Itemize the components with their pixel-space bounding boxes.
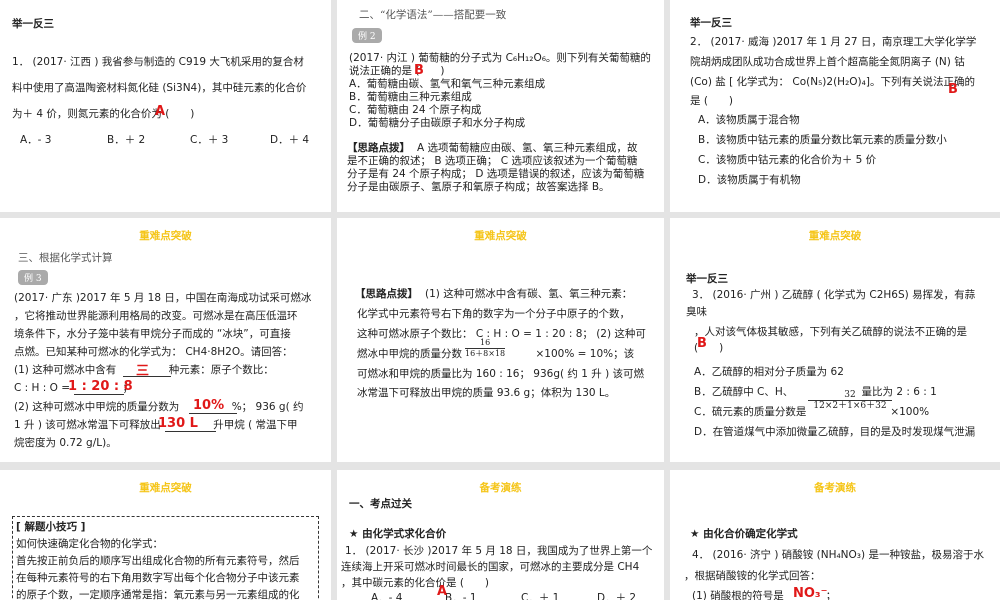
- option-d: D．该物质属于有机物: [698, 174, 801, 186]
- slide-header: 重难点突破: [139, 230, 192, 242]
- hint-line: 分子是有 24 个原子构成； D 选项是错误的叙述，应该为葡萄糖: [347, 168, 645, 180]
- question-line: 1 升 ) 该可燃冰常温下可释放出 升甲烷 ( 常温下甲: [14, 419, 298, 431]
- question-line: 1． (2017· 江西 ) 我省参与制造的 C919 大飞机采用的复合材: [12, 56, 304, 68]
- tip-line: 如何快速确定化合物的化学式：: [16, 538, 163, 550]
- question-line: (Co) 盐 [ 化学式为： Co(N₅)2(H₂O)₄]。下列有关说法正确的: [690, 76, 975, 88]
- option-d: D．在管道煤气中添加微量乙硫醇，目的是及时发现煤气泄漏: [694, 426, 976, 438]
- slide-thumbnail-5[interactable]: 重难点突破 【思路点拨】 (1) 这种可燃冰中含有碳、氢、氧三种元素： 化学式中…: [337, 218, 664, 462]
- subsection-heading: ★ 由化合价确定化学式: [690, 528, 798, 540]
- answer-mark: 1 : 20 : 8: [68, 379, 133, 394]
- slide-thumbnail-8[interactable]: 备考演练 一、考点过关 ★ 由化学式求化合价 1． (2017· 长沙 )201…: [337, 470, 664, 600]
- question-line: 3． (2016· 广州 ) 乙硫醇 ( 化学式为 C2H6S) 易挥发，有蒜: [692, 289, 976, 301]
- option-b: B．＋ 2: [107, 134, 146, 146]
- question-line: 是 ( ): [690, 95, 734, 107]
- question-line: ，它将推动世界能源利用格局的改变。可燃冰是在高压低温环: [14, 310, 298, 322]
- slide-thumbnail-6[interactable]: 重难点突破 举一反三 3． (2016· 广州 ) 乙硫醇 ( 化学式为 C2H…: [670, 218, 1000, 462]
- slide-header: 重难点突破: [474, 230, 527, 242]
- question-line: 点燃。已知某种可燃冰的化学式为： CH4·8H2O。请回答：: [14, 346, 293, 358]
- question-line: 境条件下，水分子笼中装有甲烷分子而成的 “冰块”，可直接: [14, 328, 291, 340]
- question-line: 臭味: [686, 306, 707, 318]
- hint-line: 是不正确的叙述； B 选项正确； C 选项应该叙述为一个葡萄糖: [347, 155, 638, 167]
- question-line: ，根据硝酸铵的化学式回答：: [684, 570, 821, 582]
- question-line: 说法正确的是 ( ): [349, 65, 445, 77]
- section-heading: 三、根据化学式计算: [18, 252, 113, 264]
- question-line: 连续海上开采可燃冰时间最长的国家，可燃冰的主要成分是 CH4: [341, 561, 640, 573]
- option-c: C．＋ 1: [521, 592, 560, 600]
- question-line: 1． (2017· 长沙 )2017 年 5 月 18 日，我国成为了世界上第一…: [345, 545, 653, 557]
- slide-title: 举一反三: [686, 273, 728, 285]
- fraction-numerator: 32: [808, 390, 892, 401]
- option-d: D．＋ 4: [270, 134, 310, 146]
- section-heading: 一、考点过关: [349, 498, 412, 510]
- question-line: ，其中碳元素的化合价是 ( ): [341, 577, 490, 589]
- option-c: C．＋ 3: [190, 134, 229, 146]
- hint-line: 化学式中元素符号右下角的数字为一个分子中原子的个数，: [357, 308, 630, 320]
- tip-line: 的原子个数，一定顺序通常是指：氧元素与另一元素组成的化: [16, 589, 300, 600]
- slide-thumbnail-3[interactable]: 举一反三 2． (2017· 威海 )2017 年 1 月 27 日，南京理工大…: [670, 0, 1000, 212]
- question-line: (2017· 广东 )2017 年 5 月 18 日，中国在南海成功试采可燃冰: [14, 292, 312, 304]
- mass-fraction-formula: 16 16＋8×18: [465, 338, 506, 359]
- answer-mark: A: [437, 584, 448, 599]
- fraction-numerator: 16: [465, 338, 506, 349]
- hint-line: 冰常温下可释放出甲烷的质量 93.6 g；体积为 130 L。: [357, 387, 616, 399]
- option-b: B．该物质中钴元素的质量分数比氧元素的质量分数小: [698, 134, 947, 146]
- question-line: 院胡炳成团队成功合成世界上首个超高能全氮阴离子 (N) 钴: [690, 56, 965, 68]
- question-line: 料中使用了高温陶瓷材料氮化硅 (Si3N4)，其中硅元素的化合价: [12, 82, 307, 94]
- answer-mark: 10%: [193, 398, 225, 413]
- hint-line: 分子是由碳原子、氢原子和氧原子构成；故答案选择 B。: [347, 181, 610, 193]
- slide-header: 重难点突破: [139, 482, 192, 494]
- hint-line: A 选项葡萄糖应由碳、氢、氧三种元素组成，故: [417, 142, 638, 154]
- example-tag: 例 3: [18, 270, 48, 285]
- option-a: A．葡萄糖由碳、氢气和氧气三种元素组成: [349, 78, 546, 90]
- slide-thumbnail-2[interactable]: 二、“化学语法”——搭配要一致 例 2 (2017· 内江 ) 葡萄糖的分子式为…: [337, 0, 664, 212]
- question-line: 烷密度为 0.72 g/L)。: [14, 437, 117, 449]
- slide-header: 备考演练: [479, 482, 522, 494]
- tip-line: 在每种元素符号的右下角用数字写出每个化合物分子中该元素: [16, 572, 300, 584]
- option-b: B．葡萄糖由三种元素组成: [349, 91, 472, 103]
- option-a: A．- 4: [371, 592, 403, 600]
- answer-mark: B: [697, 336, 707, 351]
- slide-title: 举一反三: [12, 18, 54, 30]
- answer-mark: NO₃⁻: [793, 586, 828, 600]
- fraction-denominator: 16＋8×18: [465, 349, 506, 358]
- option-b: B．- 1: [445, 592, 477, 600]
- question-line: 2． (2017· 威海 )2017 年 1 月 27 日，南京理工大学化学学: [690, 36, 977, 48]
- option-d: D．葡萄糖分子由碳原子和水分子构成: [349, 117, 526, 129]
- mass-fraction-formula: 32 12×2＋1×6＋32: [808, 390, 892, 411]
- option-a: A．该物质属于混合物: [698, 114, 800, 126]
- hint-line: 可燃冰和甲烷的质量比为 160 : 16； 936g( 约 1 升 ) 该可燃: [357, 368, 645, 380]
- slide-thumbnail-7[interactable]: 重难点突破 [ 解题小技巧 ] 如何快速确定化合物的化学式： 首先按正前负后的顺…: [0, 470, 331, 600]
- answer-mark: 130 L: [158, 416, 198, 431]
- option-a: A．乙硫醇的相对分子质量为 62: [694, 366, 844, 378]
- example-tag: 例 2: [352, 28, 382, 43]
- option-a: A．- 3: [20, 134, 52, 146]
- hint-label: 【思路点拨】: [355, 288, 418, 300]
- subsection-heading: ★ 由化学式求化合价: [349, 528, 447, 540]
- question-line: (2017· 内江 ) 葡萄糖的分子式为 C₆H₁₂O₆。则下列有关葡萄糖的: [349, 52, 651, 64]
- question-line: 4． (2016· 济宁 ) 硝酸铵 (NH₄NO₃) 是一种铵盐，极易溶于水: [692, 549, 984, 561]
- option-d: D．＋ 2: [597, 592, 637, 600]
- option-c: C．该物质中钴元素的化合价为＋ 5 价: [698, 154, 877, 166]
- section-heading: 二、“化学语法”——搭配要一致: [359, 9, 507, 21]
- slide-header: 重难点突破: [808, 230, 862, 242]
- question-line: (2) 这种可燃冰中甲烷的质量分数为 %； 936 g( 约: [14, 401, 304, 413]
- question-line: 为＋ 4 价，则氮元素的化合价为 ( ): [12, 108, 195, 120]
- slide-thumbnail-4[interactable]: 重难点突破 三、根据化学式计算 例 3 (2017· 广东 )2017 年 5 …: [0, 218, 331, 462]
- slide-header: 备考演练: [814, 482, 856, 494]
- slide-thumbnail-9[interactable]: 备考演练 ★ 由化合价确定化学式 4． (2016· 济宁 ) 硝酸铵 (NH₄…: [670, 470, 1000, 600]
- answer-mark: A: [155, 104, 166, 119]
- slide-title: 举一反三: [690, 17, 732, 29]
- answer-mark: B: [948, 82, 958, 97]
- slide-thumbnail-1[interactable]: 举一反三 1． (2017· 江西 ) 我省参与制造的 C919 大飞机采用的复…: [0, 0, 331, 212]
- answer-mark: B: [414, 63, 424, 78]
- option-c: C．葡萄糖由 24 个原子构成: [349, 104, 482, 116]
- hint-label: 【思路点拨】: [347, 142, 410, 154]
- question-line: ，人对该气体极其敏感，下列有关乙硫醇的说法不正确的是: [694, 326, 967, 338]
- hint-line: (1) 这种可燃冰中含有碳、氢、氧三种元素：: [425, 288, 633, 300]
- answer-mark: 三: [136, 364, 150, 379]
- tip-line: 首先按正前负后的顺序写出组成化合物的所有元素符号，然后: [16, 555, 300, 567]
- tip-title: [ 解题小技巧 ]: [16, 521, 86, 533]
- fraction-denominator: 12×2＋1×6＋32: [813, 401, 887, 411]
